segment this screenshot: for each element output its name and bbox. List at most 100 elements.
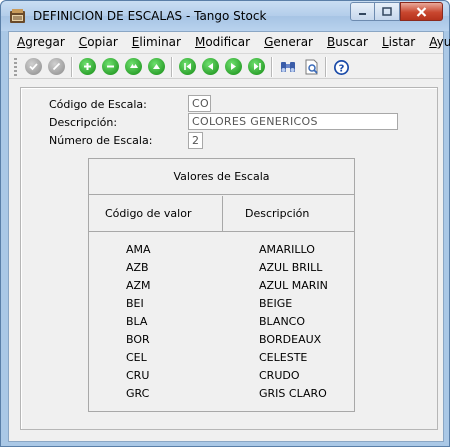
menu-agregar[interactable]: Agregar: [17, 35, 65, 49]
valores-escala-table: Valores de Escala Código de valor Descri…: [88, 158, 355, 412]
remove-icon[interactable]: [102, 58, 119, 75]
cancel-icon[interactable]: [48, 58, 65, 75]
row-desc: AZUL BRILL: [259, 261, 323, 274]
menu-modificar-accel: M: [194, 35, 206, 49]
last-record-icon[interactable]: [248, 58, 265, 75]
menu-ayuda-accel: A: [429, 35, 437, 49]
numero-escala-field[interactable]: 2: [188, 132, 203, 149]
row-desc: BEIGE: [259, 297, 293, 310]
previous-record-icon-glyph: [208, 63, 213, 70]
menu-modificar[interactable]: Modificar: [195, 35, 250, 49]
table-row[interactable]: BLA BLANCO: [89, 313, 354, 331]
client-area: Agregar Copiar Eliminar Modificar Genera…: [8, 31, 450, 442]
previous-record-icon[interactable]: [202, 58, 219, 75]
numero-escala-label: Número de Escala:: [49, 134, 153, 147]
menu-bar: Agregar Copiar Eliminar Modificar Genera…: [9, 32, 450, 52]
close-button[interactable]: [400, 2, 443, 21]
move-top-icon-glyph: [153, 64, 160, 69]
row-desc: GRIS CLARO: [259, 387, 327, 400]
add-icon[interactable]: [79, 58, 96, 75]
move-top-icon[interactable]: [148, 58, 165, 75]
binoculars-icon[interactable]: [279, 58, 297, 76]
application-window: DEFINICION DE ESCALAS - Tango Stock Agre…: [0, 0, 450, 447]
table-row[interactable]: CRU CRUDO: [89, 367, 354, 385]
last-record-icon-glyph: [253, 63, 261, 70]
add-icon-glyph: [84, 63, 91, 70]
table-row[interactable]: AZM AZUL MARIN: [89, 277, 354, 295]
row-code: AMA: [126, 243, 151, 256]
row-code: GRC: [126, 387, 150, 400]
row-code: CRU: [126, 369, 150, 382]
binoculars-icon-glyph: [281, 62, 295, 72]
menu-ayuda-rest: yuda: [436, 35, 450, 49]
table-row[interactable]: AZB AZUL BRILL: [89, 259, 354, 277]
descripcion-label: Descripción:: [49, 116, 118, 129]
column-header-codigo[interactable]: Código de valor: [89, 196, 222, 232]
toolbar: ?: [9, 53, 443, 79]
menu-listar-accel: L: [381, 35, 389, 49]
menu-agregar-accel: A: [17, 35, 26, 49]
minimize-button[interactable]: [350, 2, 375, 21]
first-record-icon[interactable]: [179, 58, 196, 75]
table-rows: AMA AMARILLO AZB AZUL BRILL AZM AZUL MARIN …: [89, 241, 354, 403]
table-row[interactable]: BOR BORDEAUX: [89, 331, 354, 349]
menu-ayuda[interactable]: Ayuda: [429, 35, 450, 49]
menu-buscar-rest: uscar: [335, 35, 368, 49]
row-desc: AZUL MARIN: [259, 279, 328, 292]
menu-eliminar[interactable]: Eliminar: [132, 35, 181, 49]
table-row[interactable]: AMA AMARILLO: [89, 241, 354, 259]
row-code: BOR: [126, 333, 150, 346]
minimize-icon: [359, 13, 366, 15]
first-record-icon-glyph: [183, 63, 191, 70]
toolbar-separator: [171, 57, 172, 77]
column-header-descripcion[interactable]: Descripción: [223, 196, 354, 232]
row-desc: AMARILLO: [259, 243, 315, 256]
print-preview-icon[interactable]: [302, 58, 320, 76]
toolbar-grip[interactable]: [14, 58, 17, 76]
toolbar-separator: [271, 57, 272, 77]
accept-icon[interactable]: [25, 58, 42, 75]
next-record-icon[interactable]: [225, 58, 242, 75]
print-preview-icon-glyph: [305, 59, 318, 75]
codigo-escala-label: Código de Escala:: [49, 98, 147, 111]
row-desc: CELESTE: [259, 351, 308, 364]
menu-copiar[interactable]: Copiar: [79, 35, 118, 49]
maximize-button[interactable]: [375, 2, 400, 21]
menu-modificar-rest: odificar: [205, 35, 251, 49]
descripcion-field[interactable]: COLORES GENERICOS: [188, 113, 398, 130]
menu-listar-rest: istar: [388, 35, 416, 49]
row-desc: BORDEAUX: [259, 333, 322, 346]
row-desc: CRUDO: [259, 369, 300, 382]
help-icon[interactable]: ?: [332, 58, 350, 76]
help-icon-glyph: ?: [333, 59, 349, 75]
window-title: DEFINICION DE ESCALAS - Tango Stock: [33, 9, 267, 23]
row-code: AZM: [126, 279, 151, 292]
menu-generar-rest: enerar: [273, 35, 313, 49]
menu-buscar-accel: B: [326, 35, 336, 49]
codigo-escala-field[interactable]: CO: [188, 95, 211, 112]
menu-listar[interactable]: Listar: [382, 35, 415, 49]
row-code: CEL: [126, 351, 147, 364]
accept-icon-glyph: [29, 63, 38, 71]
table-row[interactable]: BEI BEIGE: [89, 295, 354, 313]
row-code: AZB: [126, 261, 149, 274]
table-row[interactable]: CEL CELESTE: [89, 349, 354, 367]
cancel-icon-glyph: [52, 62, 61, 71]
remove-icon-glyph: [107, 65, 114, 68]
move-up-icon-glyph: [129, 64, 138, 68]
row-desc: BLANCO: [259, 315, 306, 328]
tango-app-icon: [10, 9, 25, 23]
menu-copiar-rest: opiar: [87, 35, 118, 49]
title-bar[interactable]: DEFINICION DE ESCALAS - Tango Stock: [1, 1, 449, 31]
menu-agregar-rest: gregar: [25, 35, 65, 49]
menu-generar-accel: G: [264, 35, 274, 49]
next-record-icon-glyph: [231, 63, 236, 70]
table-row[interactable]: GRC GRIS CLARO: [89, 385, 354, 403]
close-icon: [416, 6, 427, 17]
move-up-icon[interactable]: [125, 58, 142, 75]
menu-buscar[interactable]: Buscar: [327, 35, 368, 49]
menu-copiar-accel: C: [78, 35, 88, 49]
row-code: BEI: [126, 297, 144, 310]
menu-generar[interactable]: Generar: [264, 35, 313, 49]
table-title: Valores de Escala: [89, 159, 354, 195]
